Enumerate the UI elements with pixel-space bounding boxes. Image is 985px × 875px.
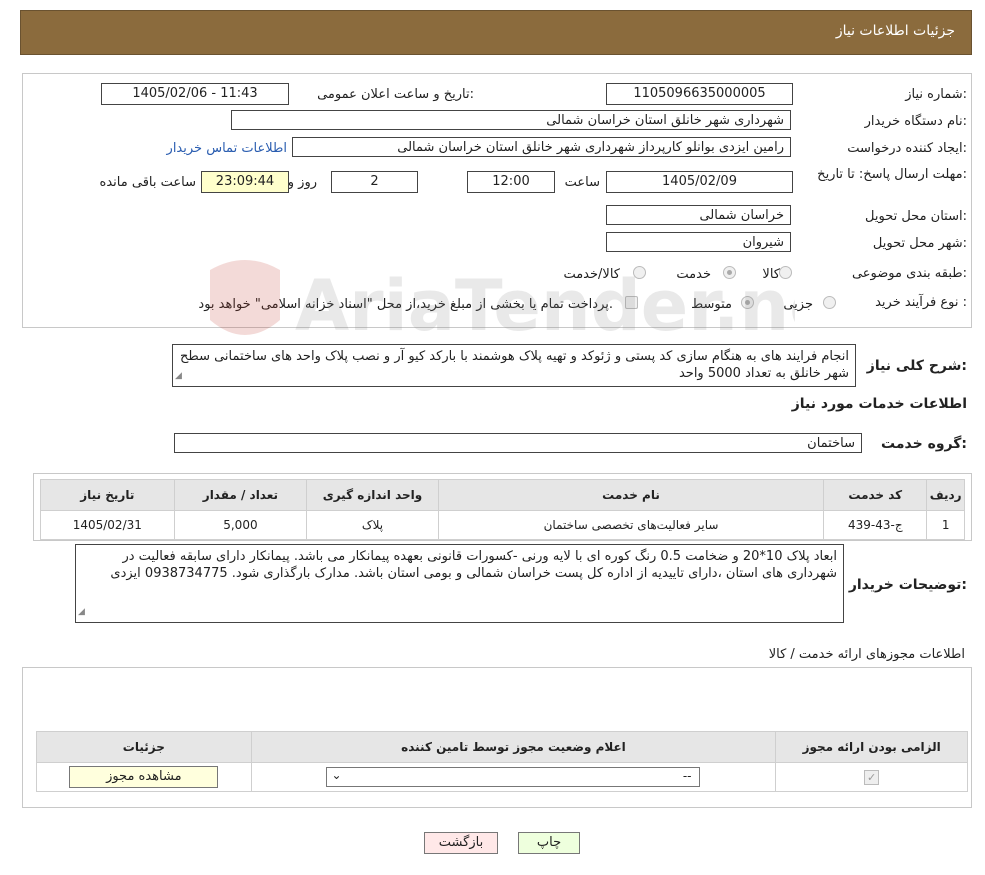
creator-label: ایجاد کننده درخواست: [847,141,967,156]
category-goods-service-label: کالا/خدمت [563,267,620,282]
col-need-date: تاریخ نیاز [40,479,175,511]
page-header: جزئیات اطلاعات نیاز [20,10,972,55]
permits-section-title: اطلاعات مجوزهای ارائه خدمت / کالا [768,647,965,662]
cell-service-name: سایر فعالیت‌های تخصصی ساختمان [437,510,825,540]
process-radio-partial[interactable] [823,296,836,309]
process-partial-label: جزیی [783,297,813,312]
deadline-time-field[interactable]: 12:00 [467,171,555,193]
col-unit: واحد اندازه گیری [306,479,439,511]
process-medium-label: متوسط [691,297,732,312]
category-radio-goods-service[interactable] [633,266,646,279]
province-label: استان محل تحویل: [865,209,967,224]
col-permit-status: اعلام وضعیت مجوز توسط تامین کننده [250,731,777,763]
deadline-time-label: ساعت [564,175,600,190]
col-permit-details: جزئیات [36,731,252,763]
city-field[interactable]: شیروان [606,232,791,252]
buyer-contact-link[interactable]: اطلاعات تماس خریدار [167,141,287,156]
days-label: روز و [287,175,317,190]
permits-table: الزامی بودن ارائه مجوز اعلام وضعیت مجوز … [36,731,968,792]
category-radio-goods[interactable] [779,266,792,279]
deadline-date-field[interactable]: 1405/02/09 [606,171,793,193]
city-label: شهر محل تحویل: [872,236,967,251]
back-button[interactable]: بازگشت [424,832,498,854]
category-service-label: خدمت [676,267,711,282]
col-quantity: تعداد / مقدار [173,479,308,511]
process-treasury-checkbox[interactable] [625,296,638,309]
col-service-name: نام خدمت [437,479,825,511]
col-row-number: ردیف [926,479,965,511]
days-field[interactable]: 2 [331,171,418,193]
service-group-label: گروه خدمت: [881,436,967,452]
category-goods-label: کالا [762,267,780,282]
permit-required-checkbox: ✓ [864,769,880,785]
permit-status-value: -- [682,769,692,783]
cell-quantity: 5,000 [173,510,308,540]
summary-text: انجام فرایند های به هنگام سازی کد پستی و… [180,349,849,381]
table-row: 1 ج-43-439 سایر فعالیت‌های تخصصی ساختمان… [40,510,965,540]
services-table-header: ردیف کد خدمت نام خدمت واحد اندازه گیری ت… [40,479,965,511]
summary-label: شرح کلی نیاز: [866,358,967,374]
permits-table-header: الزامی بودن ارائه مجوز اعلام وضعیت مجوز … [36,731,968,763]
announce-datetime-field[interactable]: 1405/02/06 - 11:43 [101,83,289,105]
process-radio-medium[interactable] [741,296,754,309]
permit-status-select[interactable]: ⌄ -- [326,767,701,787]
print-button[interactable]: چاپ [518,832,580,854]
cell-need-date: 1405/02/31 [40,510,175,540]
process-type-label: نوع فرآیند خرید : [875,295,967,310]
services-table: ردیف کد خدمت نام خدمت واحد اندازه گیری ت… [40,479,965,540]
process-treasury-note: پرداخت تمام یا بخشی از مبلغ خرید،از محل … [198,297,613,312]
deadline-label: مهلت ارسال پاسخ: تا تاریخ: [817,167,967,182]
chevron-down-icon: ⌄ [331,768,342,782]
buyer-org-label: نام دستگاه خریدار: [864,114,967,129]
buyer-notes-label: توضیحات خریدار: [848,577,967,593]
cell-row-number: 1 [926,510,965,540]
cell-permit-details: مشاهده مجوز [36,762,252,792]
creator-field[interactable]: رامین ایزدی بوانلو کارپرداز شهرداری شهر … [292,137,791,157]
category-label: طبقه بندی موضوعی: [851,266,967,281]
category-radio-service[interactable] [723,266,736,279]
summary-textarea[interactable]: انجام فرایند های به هنگام سازی کد پستی و… [172,344,856,387]
need-number-label: شماره نیاز: [905,87,967,102]
col-permit-required: الزامی بودن ارائه مجوز [775,731,968,763]
cell-permit-required: ✓ [775,762,968,792]
remaining-time-field: 23:09:44 [201,171,289,193]
col-service-code: کد خدمت [823,479,928,511]
table-row: ✓ ⌄ -- مشاهده مجوز [36,762,968,792]
buyer-notes-textarea[interactable]: ابعاد پلاک 10*20 و ضخامت 0.5 رنگ کوره ای… [75,544,844,623]
page-title: جزئیات اطلاعات نیاز [835,23,955,39]
buyer-notes-text: ابعاد پلاک 10*20 و ضخامت 0.5 رنگ کوره ای… [110,549,837,581]
cell-unit: پلاک [306,510,439,540]
resize-grip-icon[interactable]: ◢ [78,604,85,621]
resize-grip-icon[interactable]: ◢ [175,368,182,385]
service-group-field[interactable]: ساختمان [174,433,862,453]
buyer-org-field[interactable]: شهرداری شهر خانلق استان خراسان شمالی [231,110,791,130]
view-permit-button[interactable]: مشاهده مجوز [69,766,219,788]
need-number-field[interactable]: 1105096635000005 [606,83,793,105]
services-section-title: اطلاعات خدمات مورد نیاز [791,396,967,412]
announce-datetime-label: تاریخ و ساعت اعلان عمومی: [317,87,474,102]
province-field[interactable]: خراسان شمالی [606,205,791,225]
cell-permit-status: ⌄ -- [250,762,777,792]
cell-service-code: ج-43-439 [823,510,928,540]
remaining-time-label: ساعت باقی مانده [99,175,196,190]
